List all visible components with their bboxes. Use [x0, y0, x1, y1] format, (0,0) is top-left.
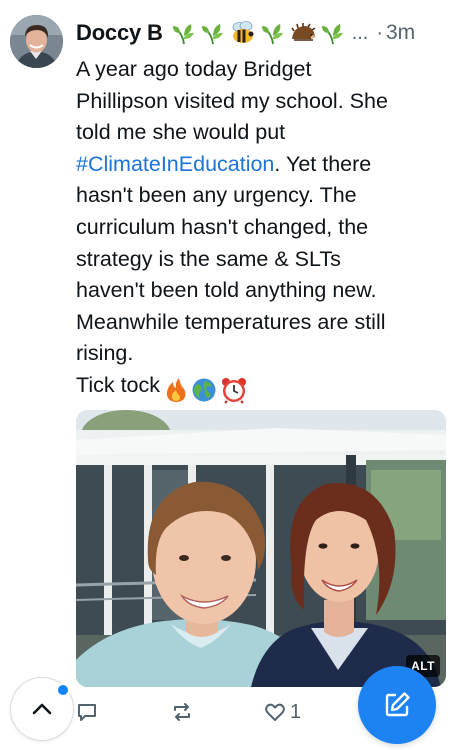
post-text-line: Phillipson visited my school. She	[76, 88, 388, 113]
post-text-fragment: . Yet there	[274, 151, 372, 176]
hedgehog-icon	[290, 23, 316, 41]
hashtag-link[interactable]: #ClimateInEducation	[76, 152, 274, 176]
post[interactable]: Doccy B ... · 3m A year ago today Bridge…	[0, 0, 454, 750]
post-text-line: Meanwhile temperatures are still	[76, 309, 386, 334]
post-text-line: haven't been told anything new.	[76, 278, 377, 303]
post-text-line: curriculum hasn't changed, the	[76, 214, 369, 239]
like-count: 1	[290, 700, 302, 723]
alarm-clock-icon	[222, 378, 247, 404]
post-text-line: A year ago today Bridget	[76, 57, 312, 81]
name-truncation-ellipsis: ...	[351, 21, 369, 44]
heart-icon	[265, 703, 285, 721]
herb-icon	[172, 24, 194, 45]
like-button[interactable]: 1	[264, 697, 301, 727]
repost-icon	[174, 703, 190, 721]
author-name-emojis	[171, 21, 346, 45]
globe-icon	[192, 378, 216, 402]
post-image[interactable]: ALT	[76, 410, 446, 687]
reply-button[interactable]	[76, 697, 102, 727]
post-timestamp[interactable]: 3m	[386, 21, 415, 45]
post-header: Doccy B ... · 3m	[76, 18, 448, 48]
post-actions: 1	[76, 697, 356, 727]
header-separator: ·	[376, 21, 383, 44]
post-text-line: rising.	[76, 341, 134, 366]
post-text-line: strategy is the same & SLTs	[76, 246, 341, 271]
end-emojis	[164, 374, 248, 406]
post-text-fragment: Tick tock	[76, 372, 161, 397]
post-text: A year ago today Bridget Phillipson visi…	[76, 54, 446, 406]
chevron-up-icon	[32, 703, 52, 715]
avatar[interactable]	[10, 15, 63, 68]
bee-icon	[232, 21, 254, 43]
post-text-line: Tick tock	[76, 370, 446, 406]
author-name[interactable]: Doccy B	[76, 20, 163, 46]
post-text-line: hasn't been any urgency. The	[76, 183, 357, 208]
repost-button[interactable]	[170, 697, 198, 727]
post-text-line: told me she would put	[76, 120, 286, 145]
post-text-line: #ClimateInEducation. Yet there	[76, 149, 446, 181]
reply-icon	[78, 704, 96, 721]
herb-icon	[201, 24, 223, 45]
herb-icon	[321, 24, 343, 45]
herb-icon	[261, 24, 283, 45]
compose-post-button[interactable]	[358, 666, 436, 744]
fire-icon	[166, 378, 186, 403]
compose-pencil-icon	[385, 692, 410, 717]
selfie-photo	[76, 410, 446, 687]
new-posts-indicator	[56, 683, 70, 697]
